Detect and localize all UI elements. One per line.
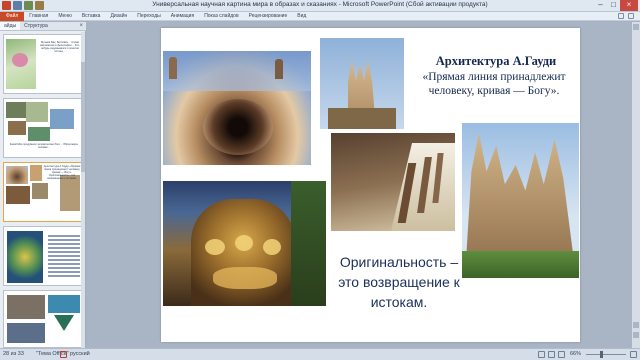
thumbnail-image (60, 175, 80, 211)
thumbnail-text: Архитектура А.Гауди «Прямая линия принад… (43, 165, 81, 180)
thumbnail-image (7, 231, 43, 283)
thumbnail-image (30, 165, 42, 181)
pane-close-button[interactable]: × (79, 22, 86, 30)
slide-counter: 28 из 33 (3, 351, 24, 357)
slide-thumbnail[interactable]: Музыка Бах, Бетховен… Сплав математики и… (3, 34, 83, 94)
zoom-level[interactable]: 66% (570, 351, 581, 357)
status-bar: 28 из 33 "Тема Office" русский 66% (0, 348, 640, 360)
casa-batllo-facade (191, 199, 295, 306)
spellcheck-icon[interactable] (60, 351, 67, 358)
minimize-button[interactable]: – (594, 0, 607, 11)
slide-thumbnail[interactable] (3, 290, 83, 348)
window-title: Универсальная научная картина мира в обр… (152, 1, 488, 8)
thumbnail-image (50, 109, 74, 129)
casa-batllo-window (235, 235, 253, 251)
scroll-up-icon[interactable] (633, 24, 639, 30)
thumbnail-image (7, 295, 45, 319)
thumbnail-text: Музыка Бах, Бетховен… Сплав математики и… (40, 41, 80, 53)
tab-review[interactable]: Рецензирование (244, 12, 293, 21)
tab-menu[interactable]: Меню (53, 12, 77, 21)
slide-editor: Архитектура А.Гауди «Прямая линия принад… (87, 22, 640, 348)
casa-batllo-photo (163, 181, 326, 306)
reading-view-icon[interactable] (558, 351, 565, 358)
pane-scrollbar-thumb[interactable] (81, 62, 85, 172)
editor-scrollbar[interactable] (632, 22, 640, 348)
thumbnail-image (54, 315, 74, 331)
casa-batllo-window (205, 239, 225, 255)
tab-transitions[interactable]: Переходы (132, 12, 165, 21)
casa-mila-courtyard (203, 99, 273, 155)
ribbon-right-controls (618, 13, 634, 19)
sagrada-familia-large-photo (462, 123, 579, 278)
slides-pane: айды Структура × Музыка Бах, Бетховен… С… (0, 22, 86, 348)
zoom-slider-track[interactable] (586, 354, 626, 355)
sagrada-familia-base (328, 108, 396, 129)
tab-animation[interactable]: Анимация (166, 12, 199, 21)
tab-slideshow[interactable]: Показ слайдов (199, 12, 243, 21)
maximize-button[interactable]: □ (607, 0, 620, 11)
casa-batllo-window (263, 239, 281, 255)
thumbnail-text: Какой Мир придумали человеческие боги… О… (9, 143, 79, 149)
casa-mila-sky (163, 51, 311, 91)
slide-originality-text[interactable]: Оригинальность – это возвращение к исток… (329, 252, 469, 312)
normal-view-icon[interactable] (538, 351, 545, 358)
casa-batllo-tree (291, 181, 326, 306)
powerpoint-window: Универсальная научная картина мира в обр… (0, 0, 640, 360)
tab-view[interactable]: Вид (292, 12, 311, 21)
slide-title[interactable]: Архитектура А.Гауди (417, 54, 575, 69)
ribbon-tabs: Файл Главная Меню Вставка Дизайн Переход… (0, 12, 311, 21)
tab-insert[interactable]: Вставка (77, 12, 106, 21)
thumbnail-image (8, 121, 26, 135)
tab-home[interactable]: Главная (24, 12, 53, 21)
window-controls: – □ × (594, 0, 638, 11)
thumbnail-image (28, 127, 50, 141)
pane-tabs: айды Структура × (0, 22, 86, 31)
thumbnail-image (7, 323, 45, 343)
thumbnail-image (6, 186, 30, 204)
thumbnail-image (48, 295, 80, 313)
sagrada-familia-facade (466, 133, 574, 261)
sagrada-familia-trees (462, 251, 579, 278)
slide-canvas[interactable]: Архитектура А.Гауди «Прямая линия принад… (161, 28, 580, 342)
zoom-slider-knob[interactable] (600, 351, 603, 358)
tab-slides[interactable]: айды (0, 22, 21, 30)
thumbnail-image-accent (12, 53, 28, 67)
tab-outline[interactable]: Структура (20, 22, 52, 30)
casa-mila-chimney (169, 57, 177, 79)
slide-thumbnail[interactable]: Какой Мир придумали человеческие боги… О… (3, 98, 83, 158)
next-slide-icon[interactable] (633, 332, 639, 338)
casa-batllo-balcony (213, 267, 277, 289)
ribbon: Файл Главная Меню Вставка Дизайн Переход… (0, 12, 640, 21)
thumbnail-image (32, 183, 48, 199)
close-button[interactable]: × (620, 0, 638, 11)
title-bar: Универсальная научная картина мира в обр… (0, 0, 640, 12)
casa-mila-photo (163, 51, 311, 165)
pane-scrollbar[interactable] (81, 32, 85, 348)
sagrada-familia-small-photo (320, 38, 404, 129)
tab-file[interactable]: Файл (0, 12, 25, 21)
slide-quote[interactable]: «Прямая линия принадлежит человеку, крив… (411, 70, 577, 98)
thumbnail-image (6, 166, 28, 184)
thumbnail-image (26, 102, 48, 122)
slide-sorter-icon[interactable] (548, 351, 555, 358)
language-indicator[interactable]: русский (70, 351, 90, 357)
tab-design[interactable]: Дизайн (105, 12, 132, 21)
fit-slide-icon[interactable] (630, 351, 637, 358)
thumbnail-text-block (48, 235, 80, 279)
collapse-ribbon-icon[interactable] (618, 13, 624, 19)
slide-thumbnail[interactable] (3, 226, 83, 286)
park-guell-arcade-photo (331, 133, 455, 231)
slide-thumbnail-active[interactable]: Архитектура А.Гауди «Прямая линия принад… (3, 162, 83, 222)
casa-mila-chimney (275, 59, 283, 79)
help-icon[interactable] (628, 13, 634, 19)
prev-slide-icon[interactable] (633, 322, 639, 328)
